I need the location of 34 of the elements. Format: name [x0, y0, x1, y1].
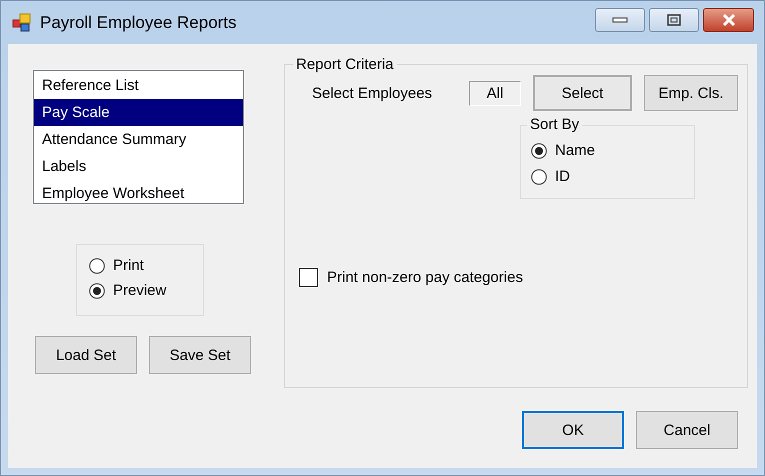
maximize-icon — [667, 14, 681, 26]
radio-button[interactable] — [531, 168, 547, 184]
group-title: Report Criteria — [293, 56, 397, 73]
report-list-item[interactable]: Labels — [34, 153, 243, 180]
report-list-item[interactable]: Pay Scale — [34, 99, 243, 126]
criteria-button[interactable]: Select — [533, 75, 632, 111]
minimize-icon — [612, 16, 628, 22]
radio-label: Preview — [113, 282, 166, 299]
radio-label: Name — [555, 142, 596, 159]
maximize-button[interactable] — [649, 8, 699, 32]
report-list-item[interactable]: Reference List — [34, 72, 243, 99]
window-title: Payroll Employee Reports — [40, 12, 238, 32]
dialog-button[interactable]: Cancel — [636, 411, 738, 449]
radio-button[interactable] — [89, 258, 105, 274]
app-icon — [12, 12, 32, 32]
employees-value: All — [469, 80, 521, 106]
set-button[interactable]: Load Set — [35, 336, 137, 374]
dialog-button[interactable]: OK — [522, 411, 624, 449]
radio-button[interactable] — [531, 142, 547, 158]
close-button[interactable] — [703, 8, 754, 32]
criteria-button[interactable]: Emp. Cls. — [644, 75, 738, 111]
group-title: Sort By — [527, 116, 582, 133]
report-list[interactable]: Reference List Pay Scale Attendance Summary Labels Employee Worksheet — [33, 70, 244, 204]
field-label: Select Employees — [312, 84, 434, 102]
close-icon — [722, 14, 736, 26]
checkbox-label: Print non-zero pay categories — [327, 269, 523, 286]
set-button[interactable]: Save Set — [149, 336, 251, 374]
checkbox[interactable] — [299, 268, 318, 287]
radio-label: Print — [113, 257, 144, 274]
minimize-button[interactable] — [595, 8, 645, 32]
radio-button[interactable] — [89, 282, 105, 298]
radio-label: ID — [555, 168, 570, 185]
report-list-item[interactable]: Attendance Summary — [34, 126, 243, 153]
report-list-item[interactable]: Employee Worksheet — [34, 180, 243, 203]
